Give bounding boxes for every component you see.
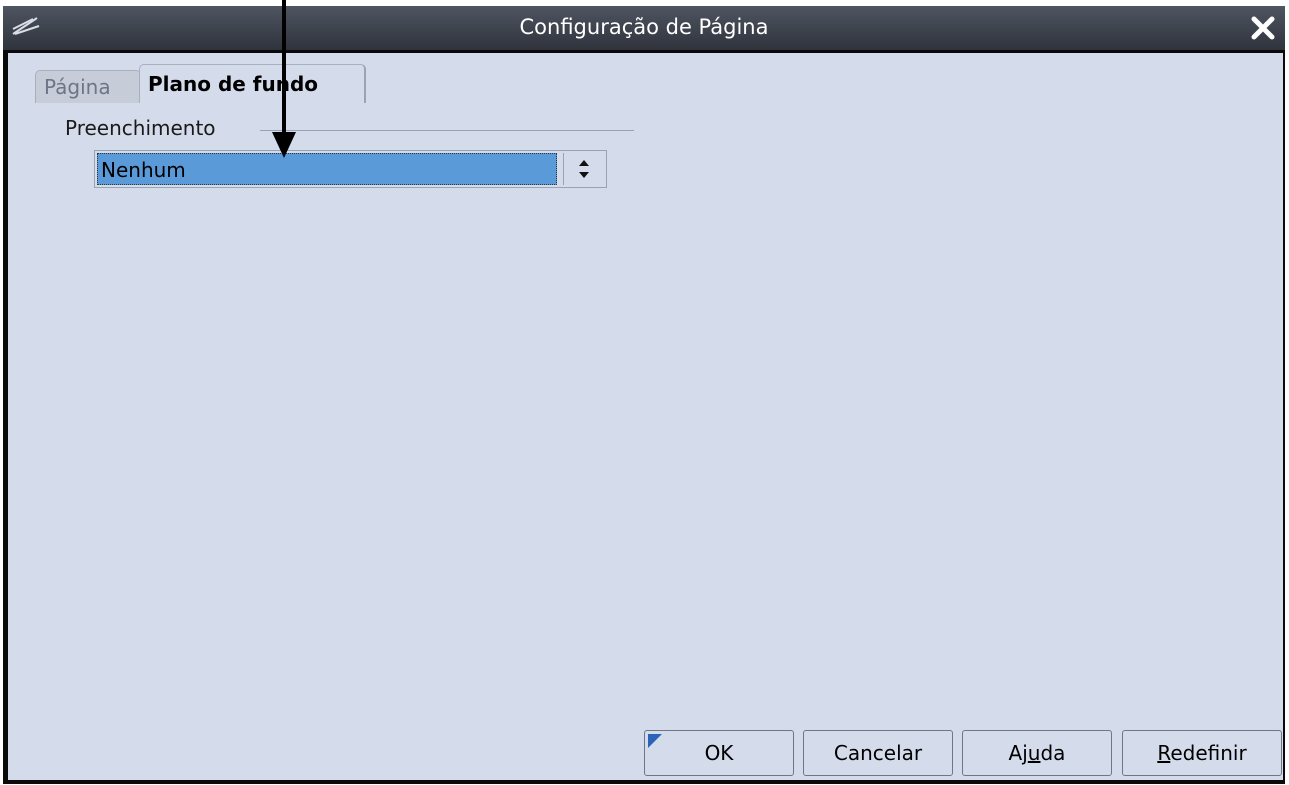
group-divider — [260, 130, 634, 131]
dialog-window: Configuração de Página Página Plano de f… — [3, 6, 1285, 784]
reset-label-mnemonic: R — [1157, 741, 1171, 765]
spin-updown-icon[interactable] — [563, 153, 604, 185]
cancel-label: Cancelar — [833, 741, 923, 765]
fill-select-value[interactable]: Nenhum — [97, 153, 557, 185]
cancel-button[interactable]: Cancelar — [803, 730, 953, 776]
help-label-mnemonic: u — [1027, 741, 1041, 765]
reset-button[interactable]: Redefinir — [1122, 730, 1282, 776]
dialog-body: Página Plano de fundo Preenchimento Nenh… — [8, 53, 1283, 780]
reset-label-post: edefinir — [1170, 741, 1247, 765]
tab-plano-de-fundo[interactable]: Plano de fundo — [139, 64, 366, 103]
help-label-post: da — [1040, 741, 1066, 765]
ok-button[interactable]: OK — [644, 730, 794, 776]
default-button-marker — [648, 734, 662, 748]
title-bar: Configuração de Página — [3, 6, 1285, 50]
help-button[interactable]: Ajuda — [962, 730, 1112, 776]
fill-select[interactable]: Nenhum — [94, 150, 607, 188]
button-row: OK Cancelar Ajuda Redefinir — [8, 730, 1283, 776]
window-title: Configuração de Página — [519, 15, 769, 39]
help-label-pre: Aj — [1008, 741, 1028, 765]
ok-label: OK — [704, 741, 734, 765]
fill-group-label: Preenchimento — [65, 116, 216, 140]
tab-pagina[interactable]: Página — [35, 70, 141, 103]
close-icon[interactable] — [1249, 14, 1277, 42]
